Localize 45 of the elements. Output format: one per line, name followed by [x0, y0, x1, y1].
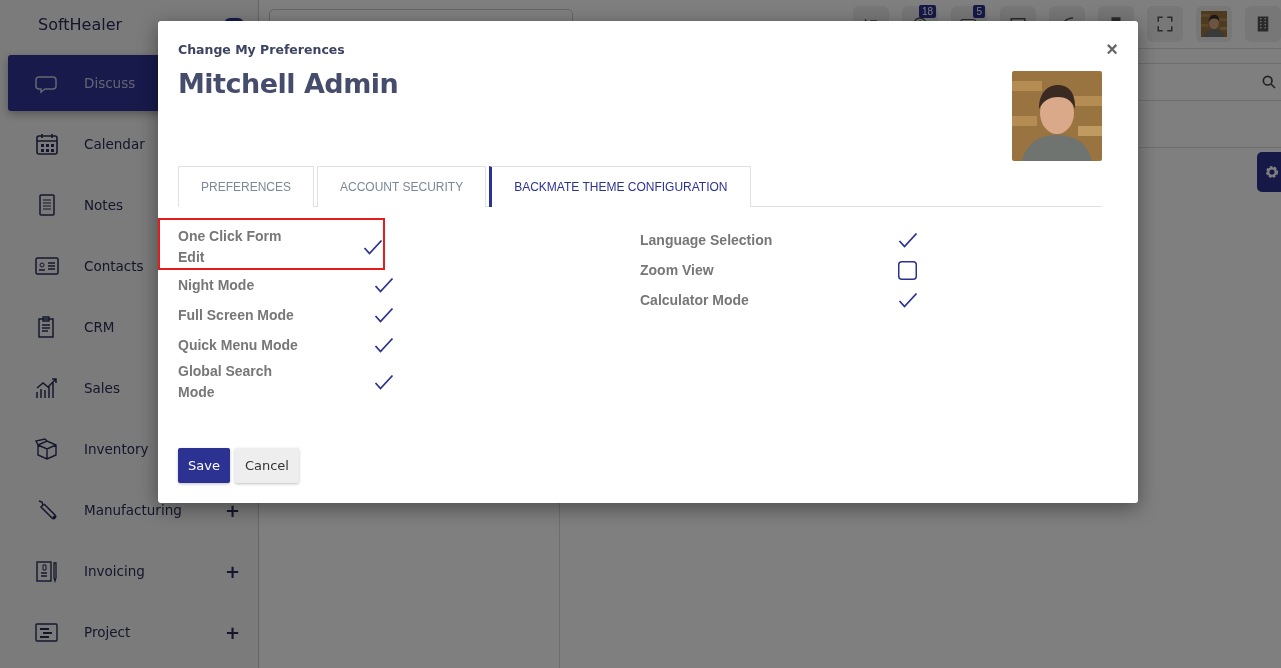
checkmark-icon[interactable]: [898, 232, 918, 248]
tab[interactable]: PREFERENCES: [178, 166, 315, 207]
sidebar-item[interactable]: Manufacturing +: [8, 482, 258, 538]
setting-label: Full Screen Mode: [178, 305, 295, 325]
count-badge: 5: [973, 5, 985, 18]
setting-label: One Click Form Edit: [178, 227, 283, 267]
toolbar-button[interactable]: [1196, 6, 1232, 42]
checkmark-icon[interactable]: [374, 277, 394, 293]
expand-icon[interactable]: +: [224, 621, 240, 643]
settings-button[interactable]: [1257, 152, 1281, 192]
invoice-icon: [35, 559, 59, 583]
setting-label: Night Mode: [178, 275, 256, 295]
setting-label: Quick Menu Mode: [178, 335, 299, 355]
sidebar-item[interactable]: Project +: [8, 604, 258, 660]
count-badge: 18: [918, 5, 936, 18]
save-button[interactable]: Save: [178, 448, 230, 483]
expand-icon[interactable]: +: [224, 560, 240, 582]
calendar-icon: [35, 132, 59, 156]
toolbar-button[interactable]: [1147, 6, 1183, 42]
checkbox[interactable]: [898, 260, 917, 280]
settings-icon: [1263, 163, 1281, 181]
logo: SoftHealer: [38, 14, 123, 34]
sidebar-item[interactable]: Invoicing +: [8, 543, 258, 599]
dialog-subtitle: Change My Preferences: [178, 42, 346, 57]
tab[interactable]: BACKMATE THEME CONFIGURATION: [489, 166, 751, 207]
search-icon[interactable]: [1261, 74, 1277, 90]
expand-icon[interactable]: +: [224, 499, 240, 521]
checkmark-icon[interactable]: [374, 307, 394, 323]
tab[interactable]: ACCOUNT SECURITY: [317, 166, 487, 207]
box-icon: [35, 437, 59, 461]
contact-card-icon: [35, 254, 59, 278]
setting-label: Zoom View: [640, 260, 715, 280]
bar-chart-icon: [35, 376, 59, 400]
setting-label: Global Search Mode: [178, 362, 274, 402]
setting-label: Calculator Mode: [640, 290, 750, 310]
checkmark-icon[interactable]: [374, 337, 394, 353]
cancel-button[interactable]: Cancel: [234, 448, 299, 483]
checkmark-icon[interactable]: [363, 239, 383, 255]
board-icon: [35, 620, 59, 644]
close-icon[interactable]: ×: [1106, 39, 1118, 59]
toolbar-button[interactable]: [1245, 6, 1281, 42]
fullscreen-icon: [1156, 15, 1174, 33]
setting-label: Language Selection: [640, 230, 774, 250]
checkmark-icon[interactable]: [374, 374, 394, 390]
checkmark-icon[interactable]: [898, 292, 918, 308]
